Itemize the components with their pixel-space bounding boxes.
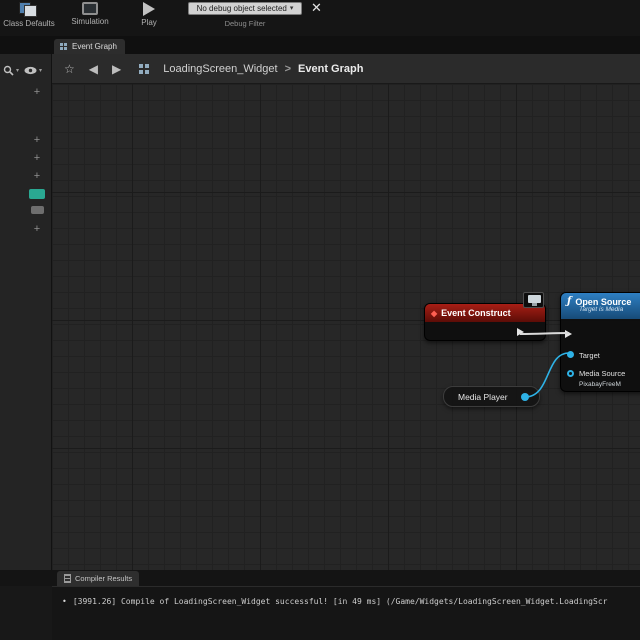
class-defaults-button[interactable]: Class Defaults xyxy=(2,2,56,28)
media-source-value[interactable]: PixabayFreeM xyxy=(579,381,621,388)
close-icon[interactable]: ✕ xyxy=(311,0,322,16)
breadcrumb-current: Event Graph xyxy=(298,62,364,75)
search-caret-icon: ▾ xyxy=(16,67,20,74)
nav-back-icon[interactable]: ◀ xyxy=(89,62,98,76)
variable-type-icon[interactable] xyxy=(29,189,45,199)
open-source-exec-in-pin[interactable] xyxy=(565,330,572,338)
add-event-dispatcher-button[interactable]: + xyxy=(30,223,44,236)
compiler-log: • [3991.26] Compile of LoadingScreen_Widg… xyxy=(52,586,640,640)
visibility-caret-icon: ▾ xyxy=(39,67,43,74)
debug-object-dropdown[interactable]: No debug object selected ▾ xyxy=(188,2,302,15)
variable-type-secondary-icon[interactable] xyxy=(31,206,44,214)
graph-editor: ☆ ◀ ▶ LoadingScreen_Widget > Event Graph… xyxy=(52,54,640,570)
top-toolbar: Class Defaults Simulation Play No debug … xyxy=(0,0,640,36)
graph-grid-icon xyxy=(139,63,149,74)
search-icon[interactable] xyxy=(3,65,14,76)
simulation-label: Simulation xyxy=(71,17,109,26)
add-graph-button[interactable]: + xyxy=(30,86,44,99)
event-construct-title: Event Construct xyxy=(441,308,511,318)
media-player-title: Media Player xyxy=(458,391,508,402)
favorite-star-icon[interactable]: ☆ xyxy=(64,62,75,76)
function-icon: ƒ xyxy=(567,296,572,307)
play-icon xyxy=(143,2,155,16)
play-label: Play xyxy=(141,18,157,27)
open-source-header: ƒ Open Source Target is Media xyxy=(561,293,640,319)
my-blueprint-panel: ▾ ▾ + + + + + xyxy=(0,54,52,570)
compiler-results-label: Compiler Results xyxy=(75,574,133,583)
nav-forward-icon[interactable]: ▶ xyxy=(112,62,121,76)
target-pin-label: Target xyxy=(579,351,600,360)
graph-canvas[interactable]: ◆ Event Construct ƒ Open Source Target i… xyxy=(52,84,640,570)
debug-object-dropdown-value: No debug object selected xyxy=(196,4,287,13)
breadcrumb-separator: > xyxy=(284,62,292,75)
open-source-title: Open Source xyxy=(575,296,632,307)
media-source-pin-label: Media Source xyxy=(579,369,626,378)
compiler-tab-row: Compiler Results xyxy=(0,570,640,586)
debug-filter-label: Debug Filter xyxy=(224,19,266,28)
wire-layer xyxy=(519,332,570,398)
document-tab-bar: Event Graph xyxy=(0,36,640,54)
widget-monitor-icon xyxy=(523,292,544,308)
log-line: [3991.26] Compile of LoadingScreen_Widge… xyxy=(72,597,608,606)
node-open-source[interactable]: ƒ Open Source Target is Media Target Med… xyxy=(560,292,640,392)
event-diamond-icon: ◆ xyxy=(431,308,438,318)
target-pin[interactable] xyxy=(567,351,574,358)
add-macro-button[interactable]: + xyxy=(30,152,44,165)
add-variable-button[interactable]: + xyxy=(30,170,44,183)
class-defaults-icon xyxy=(19,2,39,17)
log-bullet-icon: • xyxy=(62,597,67,606)
media-source-pin[interactable] xyxy=(567,370,574,377)
simulation-button[interactable]: Simulation xyxy=(62,2,118,26)
tab-compiler-results[interactable]: Compiler Results xyxy=(57,571,140,586)
media-player-output-pin[interactable] xyxy=(521,393,529,401)
visibility-eye-icon[interactable] xyxy=(24,66,37,75)
compiler-results-panel: Compiler Results • [3991.26] Compile of L… xyxy=(0,570,640,640)
open-source-subtitle: Target is Media xyxy=(579,306,624,313)
tab-event-graph[interactable]: Event Graph xyxy=(54,39,125,54)
node-event-construct[interactable]: ◆ Event Construct xyxy=(424,303,546,341)
graph-toolbar: ☆ ◀ ▶ LoadingScreen_Widget > Event Graph xyxy=(52,54,640,84)
add-function-button[interactable]: + xyxy=(30,134,44,147)
node-media-player[interactable]: Media Player xyxy=(443,386,540,407)
graph-tab-icon xyxy=(60,42,68,51)
tab-event-graph-label: Event Graph xyxy=(72,42,117,51)
class-defaults-label: Class Defaults xyxy=(3,19,55,28)
breadcrumb-root[interactable]: LoadingScreen_Widget xyxy=(163,63,277,75)
compiler-results-icon xyxy=(64,574,71,583)
chevron-down-icon: ▾ xyxy=(289,5,294,12)
simulation-icon xyxy=(82,2,98,15)
event-construct-exec-out-pin[interactable] xyxy=(517,328,524,336)
play-button[interactable]: Play xyxy=(128,2,170,27)
